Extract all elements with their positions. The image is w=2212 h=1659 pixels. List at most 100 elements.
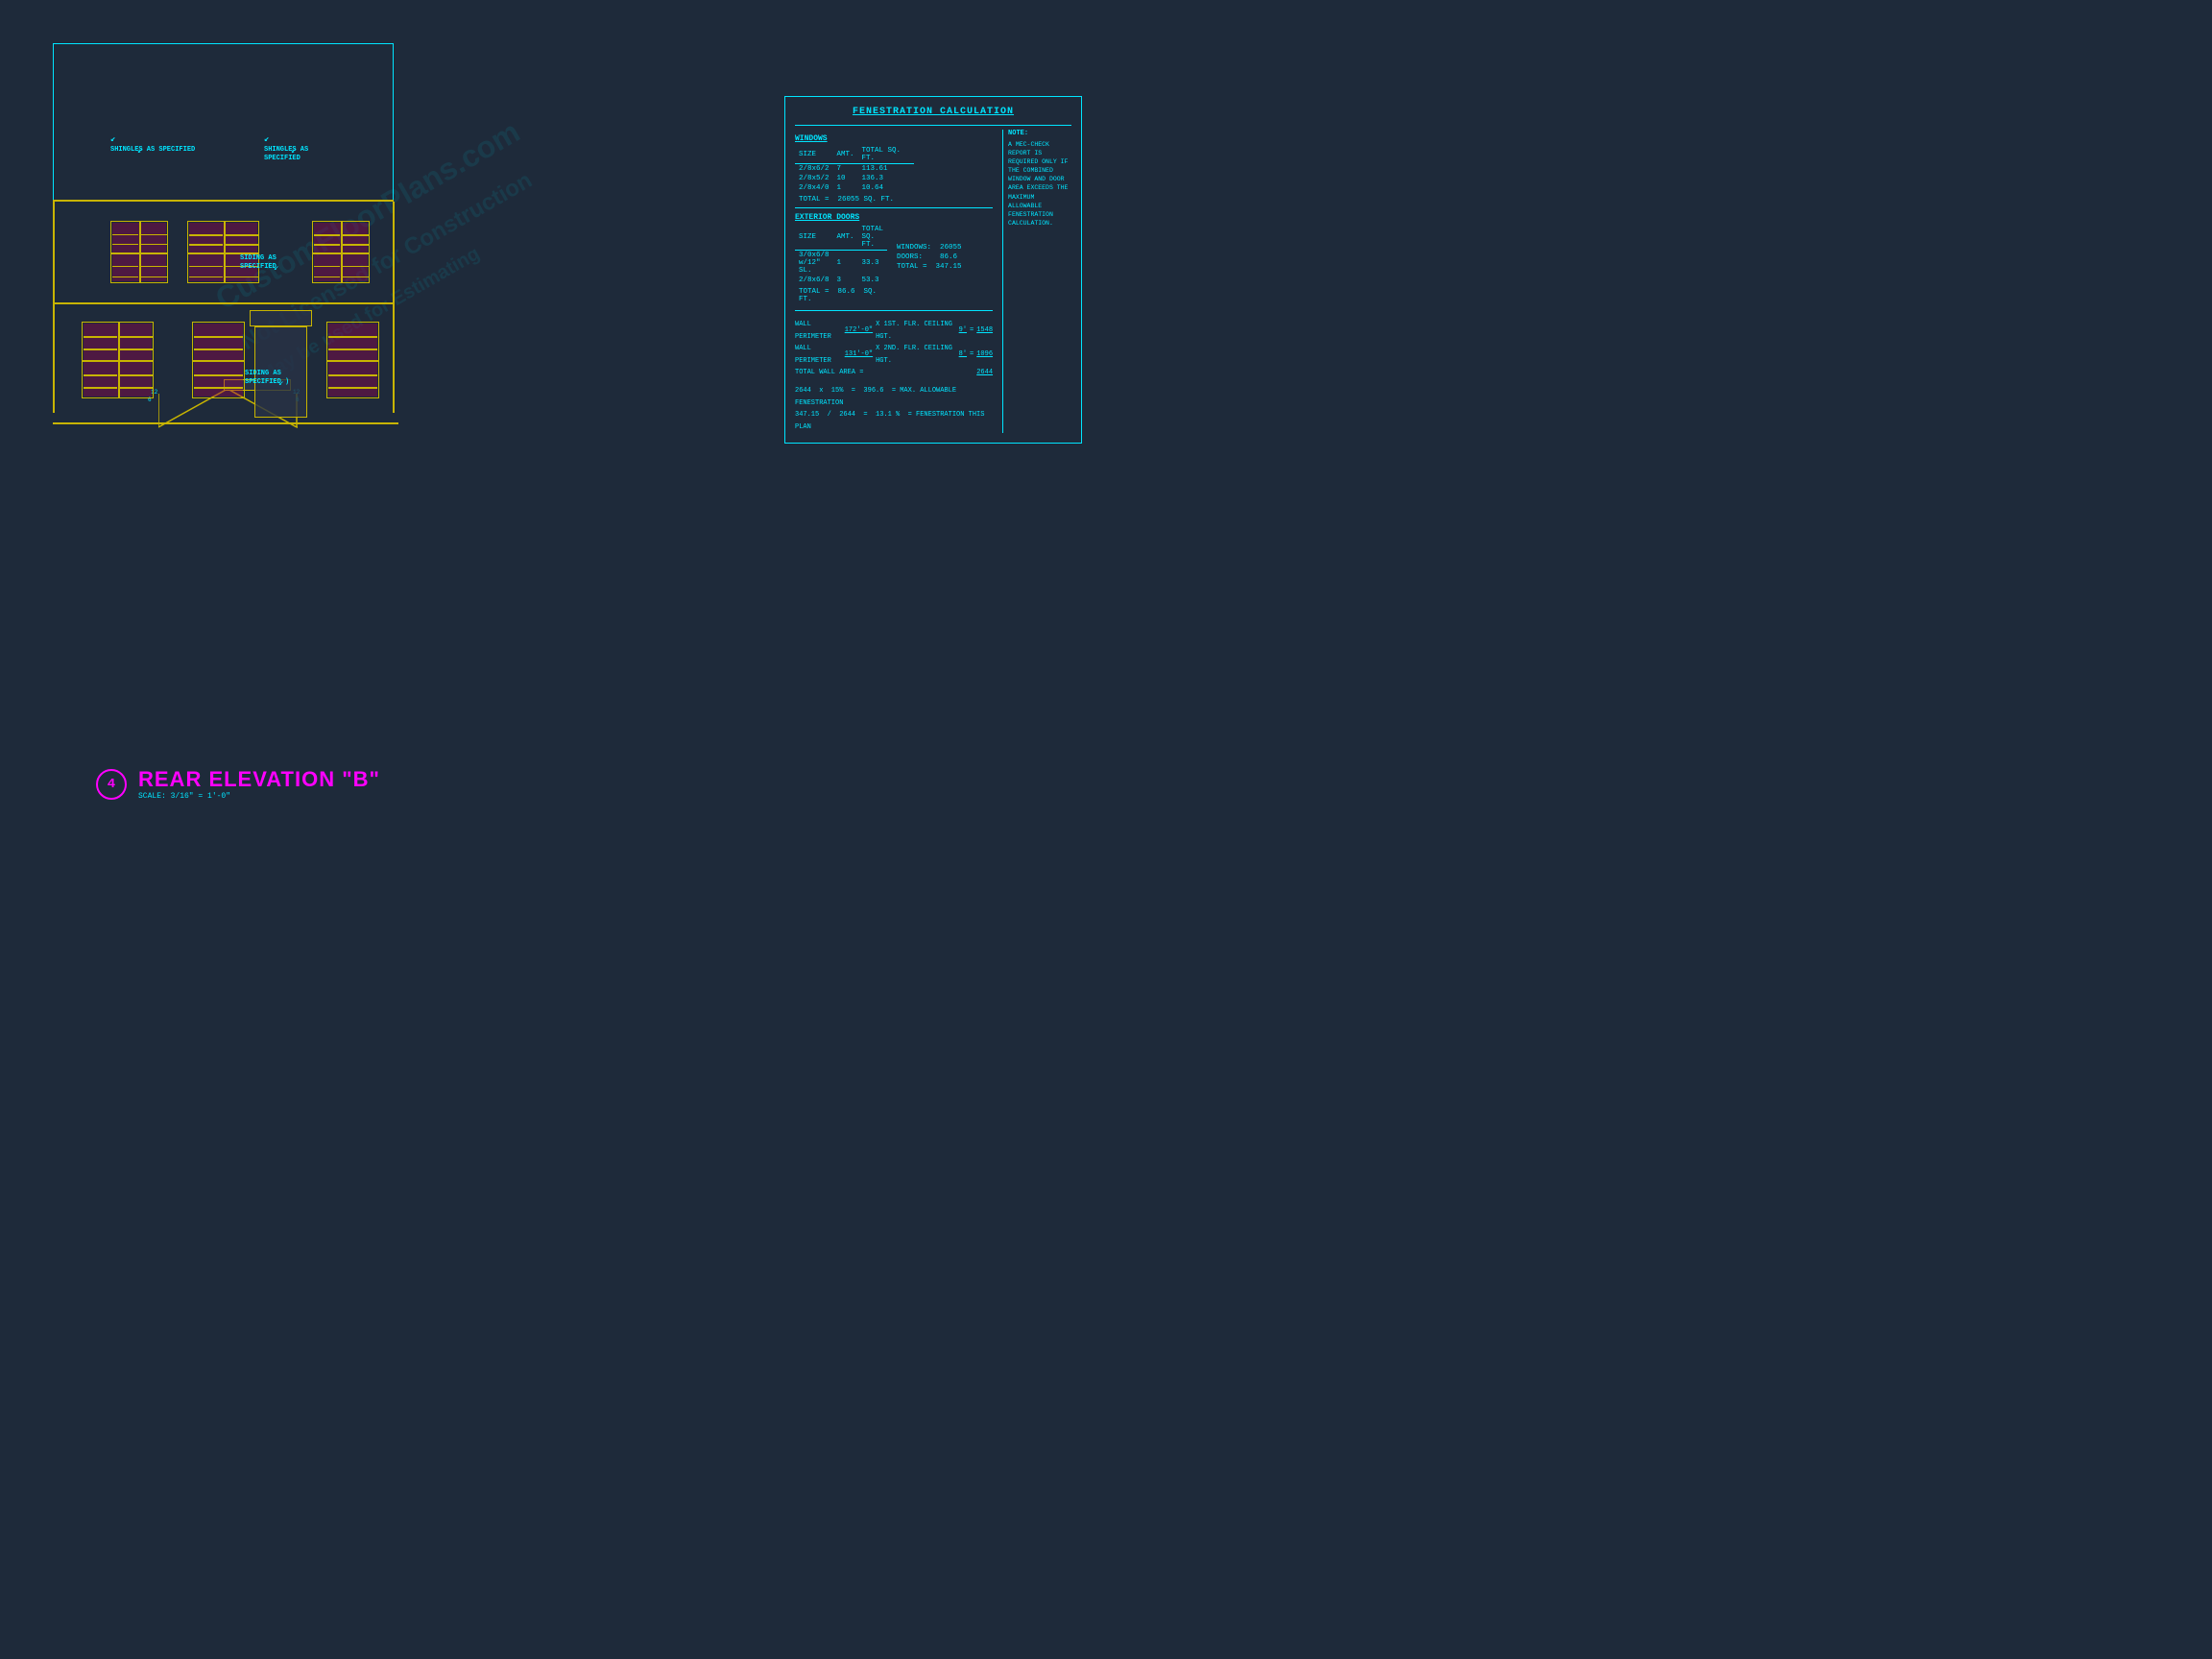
win-ul-g4 — [141, 244, 167, 245]
wall-perim-2-text: X 2ND. FLR. CEILING HGT. — [876, 343, 956, 367]
architectural-drawing: CustomFloorPlans.com Not Licensed for Co… — [0, 0, 1106, 830]
door-row-2: 2/8x6/8 3 53.3 — [795, 276, 887, 285]
house-left-wall — [53, 202, 55, 413]
doors-total: TOTAL = 86.6 SQ. FT. — [795, 288, 887, 303]
win-ur-dh — [312, 252, 370, 254]
win-ur-g8 — [343, 276, 369, 277]
fc1: 2644 x 15% = 396.6 = MAX. ALLOWABLE FENE… — [795, 385, 993, 409]
win-ll-g5 — [84, 374, 117, 376]
note-title: NOTE: — [1008, 130, 1071, 137]
house-right-wall — [393, 202, 395, 413]
wall-total-label: TOTAL WALL AREA = — [795, 367, 974, 379]
win-ll-dh — [82, 360, 154, 362]
win2-amt: 10 — [833, 174, 858, 183]
door-header — [250, 310, 312, 326]
fenestration-table: FENESTRATION CALCULATION WINDOWS SIZE AM… — [784, 96, 1082, 444]
doors-right-summary: WINDOWS: 26055 DOORS: 86.6 TOTAL = 347.1… — [897, 225, 993, 306]
win-lr-g3 — [328, 374, 377, 376]
fc2: 347.15 / 2644 = 13.1 % = FENESTRATION TH… — [795, 409, 993, 433]
door2-size: 2/8x6/8 — [795, 276, 833, 285]
siding-lower-arrow: ↙ — [278, 378, 283, 388]
shingles-right-arrow: ↙ — [291, 145, 297, 156]
win-lcl-g2 — [194, 349, 243, 350]
win1-total: 113.61 — [858, 164, 914, 175]
win-ul-g8 — [141, 276, 167, 277]
doors-section-label: EXTERIOR DOORS — [795, 213, 993, 222]
win3-size: 2/8x4/0 — [795, 183, 833, 193]
wall-result-2: 1096 — [976, 349, 993, 361]
win3-amt: 1 — [833, 183, 858, 193]
door1-size: 3/0x6/8w/12" SL. — [795, 251, 833, 276]
door2-amt: 3 — [833, 276, 858, 285]
col-total: TOTAL SQ. FT. — [858, 146, 914, 164]
win2-total: 136.3 — [858, 174, 914, 183]
drawing-scale: SCALE: 3/16" = 1'-0" — [138, 792, 380, 801]
shingles-left-arrow: ↙ — [137, 145, 143, 156]
win-ll-g8 — [120, 387, 154, 389]
win-ur-g4 — [343, 244, 369, 246]
drawing-title: REAR ELEVATION "B" — [138, 767, 380, 792]
win-lr-g2 — [328, 349, 377, 350]
summary-doors: DOORS: 86.6 — [897, 253, 993, 261]
dcol-amt: AMT. — [833, 225, 858, 251]
wall-perim-2: WALL PERIMETER — [795, 343, 842, 367]
wall-calc-1: WALL PERIMETER 172'-0" X 1ST. FLR. CEILI… — [795, 319, 993, 343]
win-ll-g1 — [84, 336, 117, 338]
win-lcl-g4 — [194, 387, 243, 389]
roof-outline — [53, 43, 394, 202]
win-lr-dh — [326, 360, 379, 362]
win-ul-g2 — [112, 244, 138, 245]
win-ul-g6 — [112, 276, 138, 277]
wall-eq-1: = — [970, 325, 974, 337]
win-lcl-g3 — [194, 374, 243, 376]
win-ul-g1 — [112, 234, 138, 235]
win-uc-g4 — [225, 244, 258, 246]
fenes-divider-3 — [795, 310, 993, 311]
win-ll-g7 — [120, 374, 154, 376]
wall-ceil-2: 8' — [959, 349, 967, 361]
fenes-divider-2 — [795, 207, 993, 208]
door2-total: 53.3 — [858, 276, 888, 285]
windows-total: TOTAL = 26055 SQ. FT. — [795, 196, 993, 204]
house-top-line — [53, 200, 394, 202]
fenes-left-column: WINDOWS SIZE AMT. TOTAL SQ. FT. 2/8x6/2 … — [795, 130, 993, 433]
win-ul-g5 — [112, 266, 138, 267]
win-ll-g4 — [120, 349, 154, 350]
label-shingles-right: SHINGLES ASSPECIFIED — [264, 134, 308, 163]
wall-result-1: 1548 — [976, 325, 993, 337]
win3-total: 10.64 — [858, 183, 914, 193]
wall-perim-1-val: 172'-0" — [845, 325, 873, 337]
win-ll-g2 — [84, 349, 117, 350]
win-uc-g6 — [189, 276, 223, 277]
win-lcl-dh — [192, 360, 245, 362]
floor-divider — [53, 302, 394, 304]
doors-table: SIZE AMT. TOTAL SQ. FT. 3/0x6/8w/12" SL.… — [795, 225, 887, 285]
win-ur-g5 — [314, 266, 340, 267]
col-size: SIZE — [795, 146, 833, 164]
title-text-block: REAR ELEVATION "B" SCALE: 3/16" = 1'-0" — [138, 767, 380, 801]
wall-total-line: TOTAL WALL AREA = 2644 — [795, 367, 993, 379]
door1-amt: 1 — [833, 251, 858, 276]
win-uc-g5 — [189, 266, 223, 267]
win-ul-g7 — [141, 266, 167, 267]
door-row-1: 3/0x6/8w/12" SL. 1 33.3 — [795, 251, 887, 276]
window-row-2: 2/8x5/2 10 136.3 — [795, 174, 914, 183]
win2-size: 2/8x5/2 — [795, 174, 833, 183]
win-ur-g6 — [314, 276, 340, 277]
win-uc-g3 — [225, 234, 258, 236]
win-ur-g1 — [314, 234, 340, 236]
win-ur-g3 — [343, 234, 369, 236]
win-ur-g7 — [343, 266, 369, 267]
fenes-main-content: WINDOWS SIZE AMT. TOTAL SQ. FT. 2/8x6/2 … — [795, 130, 1071, 433]
fenes-divider-1 — [795, 125, 1071, 126]
win-ll-g6 — [84, 387, 117, 389]
fenes-calc-2: 347.15 / 2644 = 13.1 % = FENESTRATION TH… — [795, 409, 993, 433]
doors-left: SIZE AMT. TOTAL SQ. FT. 3/0x6/8w/12" SL.… — [795, 225, 887, 306]
dcol-total: TOTAL SQ. FT. — [858, 225, 888, 251]
siding-upper-arrow: ↙ — [274, 263, 278, 273]
ext-doors-row: SIZE AMT. TOTAL SQ. FT. 3/0x6/8w/12" SL.… — [795, 225, 993, 306]
win-ul-dh — [110, 252, 168, 254]
wall-calc-2: WALL PERIMETER 131'-0" X 2ND. FLR. CEILI… — [795, 343, 993, 367]
fenes-title: FENESTRATION CALCULATION — [795, 107, 1071, 117]
title-block: 4 REAR ELEVATION "B" SCALE: 3/16" = 1'-0… — [96, 767, 380, 801]
